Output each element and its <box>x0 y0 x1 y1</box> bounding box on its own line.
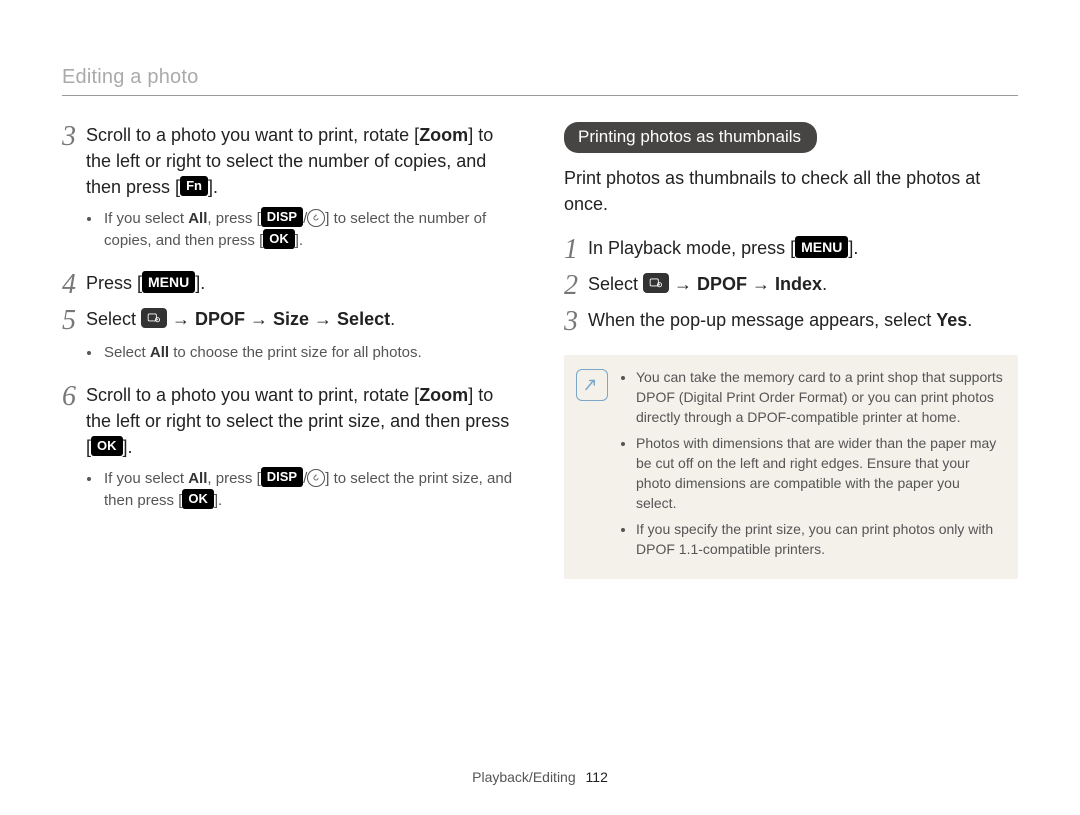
text: , press [ <box>207 470 260 487</box>
zoom-label: Zoom <box>419 385 468 405</box>
text: ]. <box>208 177 218 197</box>
text: ]. <box>214 492 222 509</box>
timer-icon <box>307 209 325 227</box>
step-number: 2 <box>564 271 588 299</box>
step-6-sub: If you select All, press [DISP/] to sele… <box>102 468 516 512</box>
fn-button-icon: Fn <box>180 176 208 196</box>
step-text: Press [MENU]. <box>86 270 205 296</box>
text: In Playback mode, press [ <box>588 238 795 258</box>
disp-button-icon: DISP <box>261 467 303 487</box>
menu-button-icon: MENU <box>795 236 848 258</box>
text: If you select <box>104 210 188 227</box>
step-number: 4 <box>62 270 86 298</box>
step-text: Scroll to a photo you want to print, rot… <box>86 122 516 200</box>
all-label: All <box>188 210 207 227</box>
zoom-label: Zoom <box>419 125 468 145</box>
text: When the pop-up message appears, select <box>588 310 936 330</box>
menu-button-icon: MENU <box>142 271 195 293</box>
text: to choose the print size for all photos. <box>169 344 422 361</box>
all-label: All <box>188 470 207 487</box>
footer-section: Playback/Editing <box>472 769 576 785</box>
text: Scroll to a photo you want to print, rot… <box>86 125 419 145</box>
text: ]. <box>195 273 205 293</box>
yes-label: Yes <box>936 310 967 330</box>
title-rule <box>62 95 1018 96</box>
all-label: All <box>150 344 169 361</box>
step-5: 5 Select → DPOF → Size → Select. <box>62 306 516 334</box>
step-r3: 3 When the pop-up message appears, selec… <box>564 307 1018 335</box>
step-number: 1 <box>564 235 588 263</box>
step-3: 3 Scroll to a photo you want to print, r… <box>62 122 516 200</box>
note-item: If you specify the print size, you can p… <box>636 519 1004 559</box>
footer-page-number: 112 <box>586 769 608 785</box>
left-column: 3 Scroll to a photo you want to print, r… <box>62 122 516 579</box>
settings-icon <box>141 308 167 328</box>
menu-path: → DPOF → Size → Select <box>167 309 390 329</box>
section-heading: Printing photos as thumbnails <box>564 122 817 153</box>
step-text: When the pop-up message appears, select … <box>588 307 972 333</box>
step-text: Scroll to a photo you want to print, rot… <box>86 382 516 460</box>
timer-icon <box>307 469 325 487</box>
menu-path: → DPOF → Index <box>669 274 822 294</box>
ok-button-icon: OK <box>182 489 214 509</box>
text: Select <box>104 344 150 361</box>
text: , press [ <box>207 210 260 227</box>
note-item: You can take the memory card to a print … <box>636 367 1004 427</box>
step-6: 6 Scroll to a photo you want to print, r… <box>62 382 516 460</box>
step-text: Select → DPOF → Index. <box>588 271 827 297</box>
note-box: You can take the memory card to a print … <box>564 355 1018 579</box>
right-column: Printing photos as thumbnails Print phot… <box>564 122 1018 579</box>
step-r1: 1 In Playback mode, press [MENU]. <box>564 235 1018 263</box>
step-number: 6 <box>62 382 86 410</box>
note-list: You can take the memory card to a print … <box>620 367 1004 565</box>
sub-bullet: Select All to choose the print size for … <box>102 342 516 364</box>
step-5-sub: Select All to choose the print size for … <box>102 342 516 364</box>
sub-bullet: If you select All, press [DISP/] to sele… <box>102 208 516 252</box>
text: ]. <box>123 437 133 457</box>
step-text: Select → DPOF → Size → Select. <box>86 306 395 332</box>
disp-button-icon: DISP <box>261 207 303 227</box>
text: . <box>967 310 972 330</box>
page-footer: Playback/Editing 112 <box>0 769 1080 785</box>
sub-bullet: If you select All, press [DISP/] to sele… <box>102 468 516 512</box>
step-text: In Playback mode, press [MENU]. <box>588 235 858 261</box>
text: ]. <box>295 232 303 249</box>
content-columns: 3 Scroll to a photo you want to print, r… <box>62 122 1018 579</box>
text: Select <box>86 309 141 329</box>
ok-button-icon: OK <box>91 436 123 456</box>
step-4: 4 Press [MENU]. <box>62 270 516 298</box>
text: Press [ <box>86 273 142 293</box>
note-item: Photos with dimensions that are wider th… <box>636 433 1004 513</box>
step-number: 3 <box>564 307 588 335</box>
text: If you select <box>104 470 188 487</box>
text: Scroll to a photo you want to print, rot… <box>86 385 419 405</box>
section-intro: Print photos as thumbnails to check all … <box>564 165 1018 217</box>
text: . <box>822 274 827 294</box>
text: Select <box>588 274 643 294</box>
step-number: 5 <box>62 306 86 334</box>
page-title: Editing a photo <box>62 66 1018 89</box>
step-r2: 2 Select → DPOF → Index. <box>564 271 1018 299</box>
text: . <box>390 309 395 329</box>
ok-button-icon: OK <box>263 229 295 249</box>
text: ]. <box>848 238 858 258</box>
settings-icon <box>643 273 669 293</box>
manual-page: Editing a photo 3 Scroll to a photo you … <box>0 0 1080 815</box>
step-3-sub: If you select All, press [DISP/] to sele… <box>102 208 516 252</box>
step-number: 3 <box>62 122 86 150</box>
note-icon <box>576 369 608 401</box>
